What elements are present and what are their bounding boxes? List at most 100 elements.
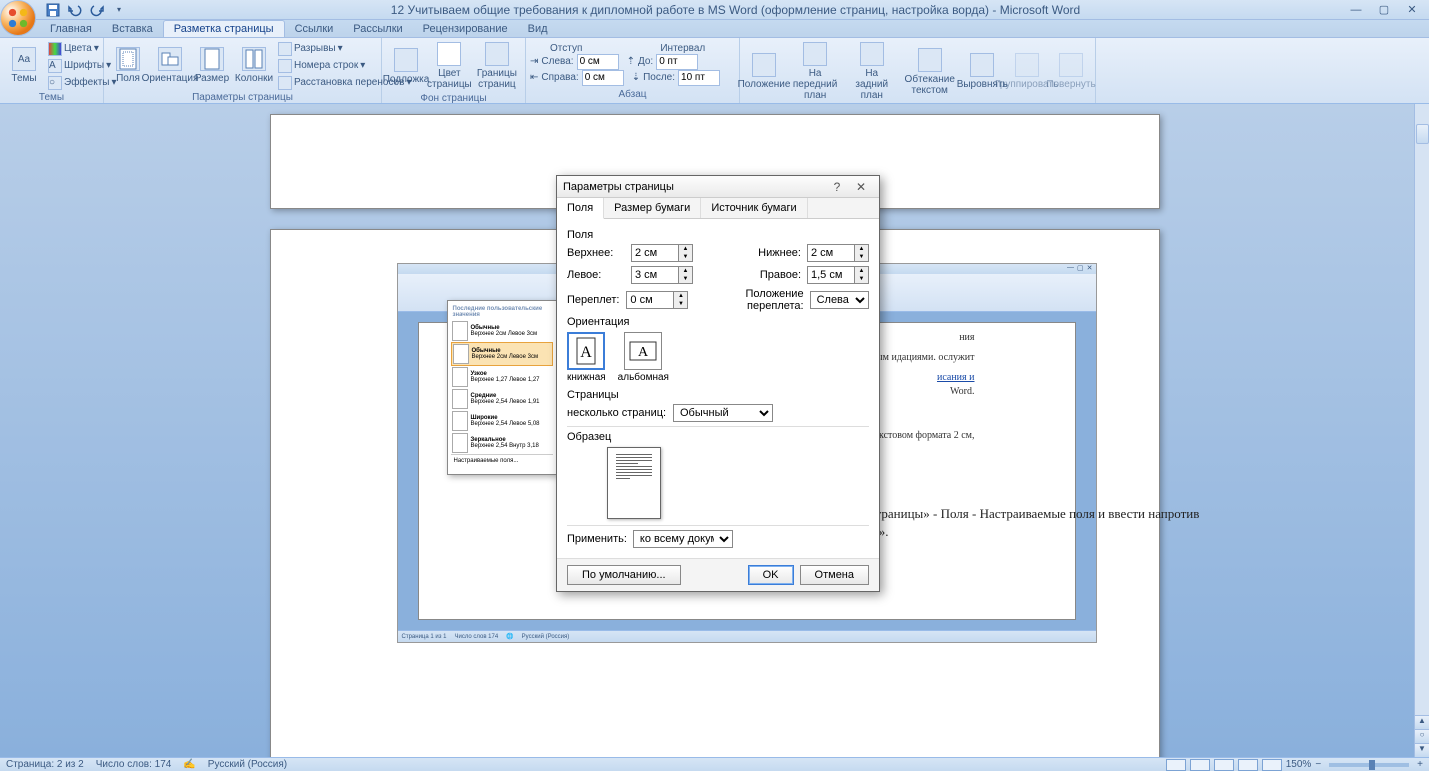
status-words[interactable]: Число слов: 174 xyxy=(96,759,172,770)
page-borders-button[interactable]: Границы страниц xyxy=(473,40,521,92)
group-paragraph-label: Абзац xyxy=(530,88,735,101)
columns-button[interactable]: Колонки xyxy=(234,45,274,86)
hyphenation-icon xyxy=(278,76,292,90)
spacing-after-input[interactable] xyxy=(678,70,720,86)
proofing-icon: ✍ xyxy=(183,759,195,770)
orientation-button[interactable]: Ориентация xyxy=(150,45,190,86)
spin-up[interactable]: ▲ xyxy=(679,245,692,253)
group-page-setup-label: Параметры страницы xyxy=(108,91,377,104)
status-language[interactable]: Русский (Россия) xyxy=(208,759,287,770)
fonts-icon: A xyxy=(48,59,62,73)
indent-right-icon: ⇤ xyxy=(530,72,538,83)
undo-button[interactable] xyxy=(66,2,84,18)
text-wrap-icon xyxy=(918,48,942,72)
tab-mailings[interactable]: Рассылки xyxy=(343,21,412,37)
tab-references[interactable]: Ссылки xyxy=(285,21,344,37)
window-title: 12 Учитываем общие требования к дипломно… xyxy=(128,3,1343,17)
line-numbers-icon xyxy=(278,59,292,73)
status-bar: Страница: 2 из 2 Число слов: 174 ✍ Русск… xyxy=(0,757,1429,771)
view-full-screen[interactable] xyxy=(1190,759,1210,771)
zoom-level[interactable]: 150% xyxy=(1286,759,1312,770)
fields-section-label: Поля xyxy=(567,229,869,241)
ribbon-tabs: Главная Вставка Разметка страницы Ссылки… xyxy=(0,20,1429,38)
text-wrap-button[interactable]: Обтекание текстом xyxy=(899,46,960,98)
next-page-button[interactable]: ▼ xyxy=(1415,743,1429,757)
indent-header: Отступ xyxy=(550,43,582,54)
preview-label: Образец xyxy=(567,431,869,443)
svg-text:A: A xyxy=(638,345,649,360)
save-button[interactable] xyxy=(44,2,62,18)
gutter-pos-select[interactable]: Слева xyxy=(810,291,869,309)
page-borders-icon xyxy=(485,42,509,66)
multipages-select[interactable]: Обычный xyxy=(673,404,773,422)
default-button[interactable]: По умолчанию... xyxy=(567,565,681,585)
tab-view[interactable]: Вид xyxy=(518,21,558,37)
dialog-tab-paper[interactable]: Размер бумаги xyxy=(604,198,701,218)
margins-icon xyxy=(116,47,140,71)
cancel-button[interactable]: Отмена xyxy=(800,565,869,585)
group-icon xyxy=(1015,53,1039,77)
minimize-button[interactable]: — xyxy=(1343,2,1369,18)
page-color-button[interactable]: Цвет страницы xyxy=(428,40,471,92)
margin-right-input[interactable] xyxy=(807,266,855,284)
view-print-layout[interactable] xyxy=(1166,759,1186,771)
maximize-button[interactable]: ▢ xyxy=(1371,2,1397,18)
dialog-close-button[interactable]: ✕ xyxy=(849,178,873,196)
margin-top-label: Верхнее: xyxy=(567,247,625,259)
zoom-slider[interactable] xyxy=(1329,763,1409,767)
zoom-out-button[interactable]: − xyxy=(1315,759,1321,770)
position-icon xyxy=(752,53,776,77)
margin-bottom-label: Нижнее: xyxy=(743,247,801,259)
tab-home[interactable]: Главная xyxy=(40,21,102,37)
browse-object-button[interactable]: ○ xyxy=(1415,729,1429,743)
zoom-thumb[interactable] xyxy=(1369,760,1375,770)
close-button[interactable]: ✕ xyxy=(1399,2,1425,18)
rotate-button[interactable]: Повернуть xyxy=(1051,51,1091,92)
page-setup-dialog: Параметры страницы ? ✕ Поля Размер бумаг… xyxy=(556,175,880,592)
spacing-header: Интервал xyxy=(660,43,705,54)
prev-page-button[interactable]: ▲ xyxy=(1415,715,1429,729)
dialog-help-button[interactable]: ? xyxy=(825,178,849,196)
margin-left-input[interactable] xyxy=(631,266,679,284)
tab-page-layout[interactable]: Разметка страницы xyxy=(163,20,285,37)
status-page[interactable]: Страница: 2 из 2 xyxy=(6,759,84,770)
view-web-layout[interactable] xyxy=(1214,759,1234,771)
align-icon xyxy=(970,53,994,77)
tab-review[interactable]: Рецензирование xyxy=(413,21,518,37)
indent-right-input[interactable] xyxy=(582,70,624,86)
group-button[interactable]: Группировать xyxy=(1004,51,1049,92)
zoom-in-button[interactable]: + xyxy=(1417,759,1423,770)
gutter-input[interactable] xyxy=(626,291,674,309)
apply-to-select[interactable]: ко всему документу xyxy=(633,530,733,548)
dialog-tab-fields[interactable]: Поля xyxy=(557,198,604,219)
margin-left-label: Левое: xyxy=(567,269,625,281)
margin-top-input[interactable] xyxy=(631,244,679,262)
apply-to-label: Применить: xyxy=(567,533,627,545)
spacing-before-input[interactable] xyxy=(656,54,698,70)
qat-customize[interactable]: ▾ xyxy=(110,2,128,18)
watermark-icon xyxy=(394,48,418,72)
size-button[interactable]: Размер xyxy=(192,45,232,86)
view-outline[interactable] xyxy=(1238,759,1258,771)
vertical-scrollbar[interactable]: ▲ ○ ▼ xyxy=(1414,104,1429,757)
ok-button[interactable]: OK xyxy=(748,565,794,585)
bring-front-button[interactable]: На передний план xyxy=(786,40,844,103)
watermark-button[interactable]: Подложка xyxy=(386,46,426,87)
preview-thumbnail xyxy=(607,447,661,519)
view-draft[interactable] xyxy=(1262,759,1282,771)
orientation-landscape[interactable]: A альбомная xyxy=(618,332,669,383)
margin-bottom-input[interactable] xyxy=(807,244,855,262)
themes-button[interactable]: AaТемы xyxy=(4,45,44,86)
redo-button[interactable] xyxy=(88,2,106,18)
scroll-thumb[interactable] xyxy=(1416,124,1429,144)
office-button[interactable] xyxy=(0,0,36,36)
send-back-button[interactable]: На задний план xyxy=(846,40,897,103)
orientation-portrait[interactable]: A книжная xyxy=(567,332,606,383)
tab-insert[interactable]: Вставка xyxy=(102,21,163,37)
indent-left-input[interactable] xyxy=(577,54,619,70)
status-proofing[interactable]: ✍ xyxy=(183,759,195,770)
spin-down[interactable]: ▼ xyxy=(679,253,692,261)
undo-icon xyxy=(68,3,82,17)
position-button[interactable]: Положение xyxy=(744,51,784,92)
dialog-tab-source[interactable]: Источник бумаги xyxy=(701,198,807,218)
